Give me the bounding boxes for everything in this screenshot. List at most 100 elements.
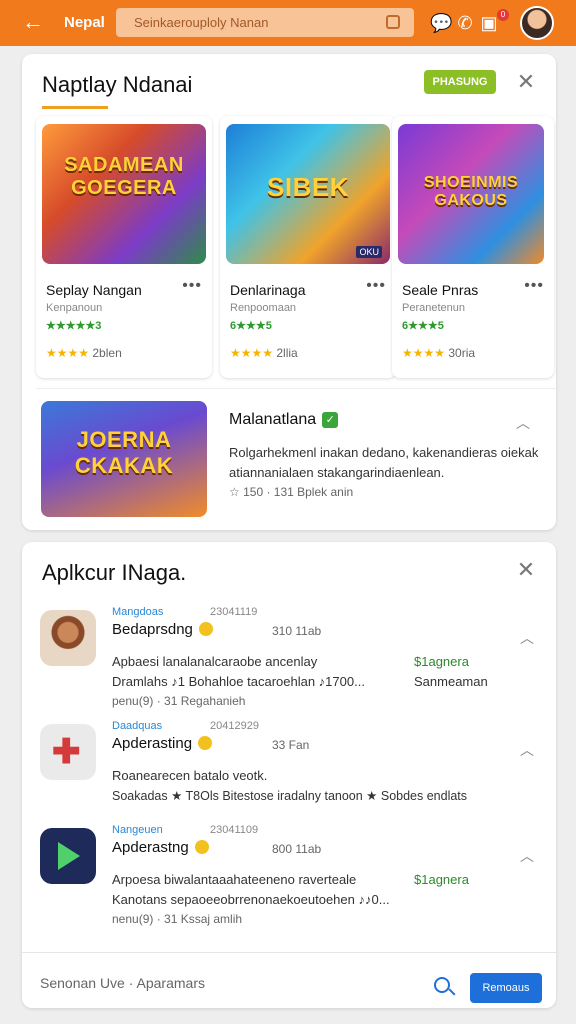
avatar[interactable] [520, 6, 554, 40]
game-name: Denlarinaga [230, 282, 306, 298]
card-footer: Senonan Uve · Aparamars Remoaus [22, 952, 556, 1008]
featured-game[interactable]: JOERNA CKAKAK Malanatlana ✓ Rolgarhekmenl… [36, 388, 556, 528]
more-icon[interactable]: ••• [182, 277, 202, 295]
featured-meta: ☆ 150 · 131 Bplek anin [229, 485, 354, 499]
featured-artwork: JOERNA CKAKAK [41, 401, 207, 517]
game-name: Seplay Nangan [46, 282, 142, 298]
app-category: Mangdoas [112, 606, 164, 618]
star-icon: ★★★★ [46, 346, 90, 360]
app-meta: penu(9) · 31 Regahanieh [112, 694, 246, 708]
bag-icon[interactable] [386, 15, 400, 29]
title-underline [42, 106, 108, 109]
game-rating: ★★★★ 2blen [46, 346, 122, 360]
app-info: 33 Fan [272, 738, 310, 752]
rating-text: 2blen [92, 346, 122, 360]
notification-badge: 0 [497, 9, 509, 21]
search-icon[interactable] [434, 977, 450, 993]
rating-text: 30ria [448, 346, 476, 360]
search-input[interactable]: Seinkaerouploly Nanan [116, 8, 414, 37]
app-name: Apderastng [112, 839, 209, 856]
app-list-card: Aplkcur INaga. ✕ Mangdoas 23041119 Bedap… [22, 542, 556, 1008]
game-developer: Peranetenun [402, 302, 465, 314]
app-date: 23041109 [210, 824, 259, 836]
art-badge: OKU [356, 246, 382, 258]
game-name: Seale Pnras [402, 282, 479, 298]
side-label: $1agnera [414, 872, 469, 887]
rating-text: 2llia [276, 346, 298, 360]
side-label: Sanmeaman [414, 674, 488, 689]
description-line: Arpoesa biwalantaaahateeneno raverteale [112, 872, 357, 887]
coin-icon [194, 840, 209, 854]
game-tag: 6★★★5 [402, 320, 444, 332]
back-arrow-icon[interactable]: ← [22, 11, 44, 33]
phone-icon[interactable]: ✆ [454, 12, 476, 34]
app-category: Daadquas [112, 720, 163, 732]
art-logo: SADAMEAN GOEGERA [64, 154, 184, 199]
card-title: Aplkcur INaga. [42, 560, 187, 585]
star-icon: ★★★★ [402, 346, 446, 360]
app-info: 310 11ab [272, 624, 322, 638]
chevron-up-icon[interactable]: ︿ [520, 846, 534, 866]
game-tile[interactable]: SADAMEAN GOEGERA Seplay Nangan ••• Kenpa… [36, 116, 212, 378]
featured-title-text: Malanatlana [229, 411, 317, 428]
app-info: 800 11ab [272, 842, 322, 856]
card-title: Naptlay Ndanai [42, 72, 193, 97]
cross-icon: ✚ [52, 733, 81, 771]
game-tag: ★★★★★3 [46, 320, 102, 332]
art-logo: SHOEINMIS GAKOUS [423, 174, 519, 209]
search-placeholder: Seinkaerouploly Nanan [134, 15, 269, 30]
game-artwork: SHOEINMIS GAKOUS [398, 124, 544, 264]
game-tile[interactable]: SHOEINMIS GAKOUS Seale Pnras ••• Peranet… [392, 116, 554, 378]
verified-icon: ✓ [322, 412, 339, 428]
footer-text: Senonan Uve · Aparamars [40, 975, 205, 991]
game-tile[interactable]: SIBEK OKU Denlarinaga ••• Renpoomaan 6★★… [220, 116, 396, 378]
recommended-card: Naptlay Ndanai PHASUNG ✕ SADAMEAN GOEGER… [22, 54, 556, 530]
description-line: Roanearecen batalo veotk. [112, 768, 268, 783]
art-logo: SIBEK [267, 172, 349, 202]
game-developer: Kenpanoun [46, 302, 103, 314]
close-icon[interactable]: ✕ [514, 558, 538, 582]
list-item[interactable]: Nangeuen 23041109 Apderastng 800 11ab ︿ … [40, 824, 540, 928]
top-bar: ← Nepal Seinkaerouploly Nanan 💬 ✆ ▣ 0 [0, 0, 576, 46]
star-icon: ★★★★ [230, 346, 274, 360]
play-icon [58, 842, 80, 870]
description-line: Apbaesi lanalanalcaraobe ancenlay [112, 654, 318, 669]
side-label: $1agnera [414, 654, 469, 669]
app-meta: nenu(9) · 31 Kssaj amlih [112, 912, 243, 926]
app-category: Nangeuen [112, 824, 163, 836]
game-artwork: SIBEK OKU [226, 124, 390, 264]
chevron-up-icon[interactable]: ︿ [520, 628, 534, 648]
app-name-text: Apderasting [112, 735, 193, 752]
game-rating: ★★★★ 30ria [402, 346, 475, 360]
more-icon[interactable]: ••• [524, 277, 544, 295]
description-line: Kanotans sepaoeeobrrenonaekoeutoehen ♪♪0… [112, 892, 390, 907]
list-item[interactable]: ✚ Daadquas 20412929 Apderasting 33 Fan ︿… [40, 720, 540, 804]
game-artwork: SADAMEAN GOEGERA [42, 124, 206, 264]
description-line: Dramlahs ♪1 Bohahloe tacaroehlan ♪1700..… [112, 674, 365, 689]
app-icon [40, 828, 96, 884]
chevron-up-icon[interactable]: ︿ [516, 413, 530, 433]
app-name-text: Apderastng [112, 839, 189, 856]
category-pill[interactable]: PHASUNG [424, 70, 496, 94]
app-name-text: Bedaprsdng [112, 621, 193, 638]
list-item[interactable]: Mangdoas 23041119 Bedaprsdng 310 11ab ︿ … [40, 606, 540, 710]
chat-icon[interactable]: 💬 [430, 12, 452, 34]
more-icon[interactable]: ••• [366, 277, 386, 295]
app-date: 23041119 [210, 606, 258, 618]
coin-icon [198, 736, 213, 750]
app-date: 20412929 [210, 720, 259, 732]
app-icon: ✚ [40, 724, 96, 780]
featured-description: Rolgarhekmenl inakan dedano, kakenandier… [229, 445, 539, 480]
description-line: Soakadas ★ T8Ols Bitestose iradalny tano… [112, 789, 468, 803]
footer-button[interactable]: Remoaus [470, 973, 542, 1003]
featured-title: Malanatlana ✓ [229, 411, 339, 429]
art-logo: JOERNA CKAKAK [74, 427, 174, 478]
close-icon[interactable]: ✕ [514, 70, 538, 94]
game-developer: Renpoomaan [230, 302, 297, 314]
app-title: Nepal [64, 14, 105, 31]
app-name: Apderasting [112, 735, 213, 752]
app-name: Bedaprsdng [112, 621, 213, 638]
chevron-up-icon[interactable]: ︿ [520, 740, 534, 760]
app-icon [40, 610, 96, 666]
game-tag: 6★★★5 [230, 320, 272, 332]
